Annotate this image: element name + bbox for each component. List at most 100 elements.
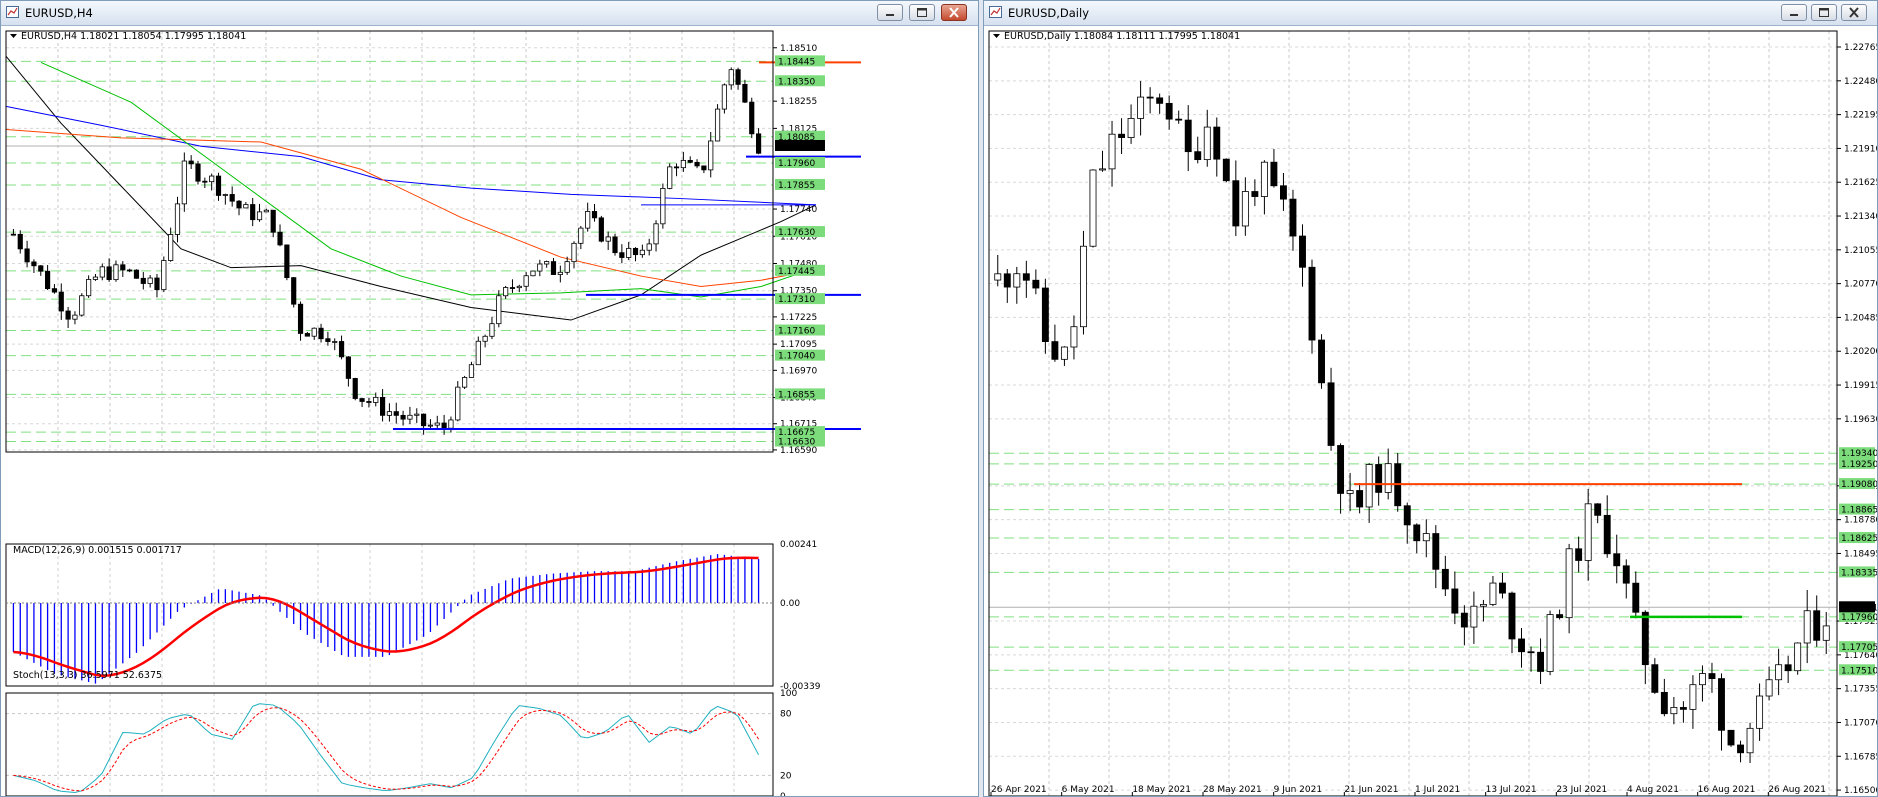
- dropdown-triangle-icon[interactable]: [993, 34, 1000, 38]
- time-tick-label: 1 Jul 2021: [1415, 785, 1460, 795]
- price-tick-label: 1.16970: [780, 366, 817, 376]
- candle-body: [1184, 119, 1192, 153]
- daily-window-titlebar[interactable]: EURUSD,Daily: [984, 1, 1877, 26]
- candle-body: [455, 386, 461, 421]
- candle-body: [1327, 382, 1335, 446]
- candle-body: [742, 83, 748, 103]
- candle-body: [65, 310, 71, 320]
- time-tick-label: 4 Aug 2021: [1627, 785, 1679, 795]
- dropdown-triangle-icon[interactable]: [10, 34, 17, 38]
- candle-body: [509, 287, 516, 289]
- candle-body: [564, 261, 570, 273]
- candle-body: [578, 227, 584, 244]
- h4-chart-canvas[interactable]: 1.185101.182551.181251.177401.176101.174…: [1, 26, 978, 796]
- candle-body: [51, 288, 58, 293]
- maximize-button[interactable]: [909, 4, 935, 21]
- candle-body: [482, 335, 488, 342]
- h4-window-titlebar[interactable]: EURUSD,H4: [1, 1, 978, 26]
- level-label: 1.17040: [778, 352, 815, 362]
- level-label: 1.18625: [1841, 534, 1877, 544]
- price-tick-label: 1.17355: [1844, 685, 1877, 695]
- trend-lines[interactable]: [1354, 483, 1742, 619]
- candle-body: [277, 231, 283, 246]
- candle-body: [1108, 133, 1116, 170]
- candle-body: [1089, 169, 1097, 247]
- candle-body: [1594, 503, 1602, 516]
- daily-chart-area[interactable]: 1.22765 1.22480 1.22195 1.21910 1.21625 1.213…: [984, 26, 1877, 796]
- candle-body: [1118, 133, 1126, 138]
- time-tick-label: 16 Aug 2021: [1698, 785, 1756, 795]
- candle-body: [202, 180, 208, 183]
- candle-body: [496, 295, 502, 325]
- panel-frame: [988, 30, 1838, 796]
- candle-body: [17, 233, 23, 250]
- level-label: 1.18350: [778, 77, 815, 87]
- daily-chart-window[interactable]: EURUSD,Daily 1.22765 1.22480 1.22195 1.2191…: [983, 0, 1878, 797]
- maximize-button[interactable]: [1811, 4, 1837, 21]
- stoch-label: Stoch(13,3,3) 36.5971 52.6375: [13, 670, 162, 681]
- candle-body: [1422, 533, 1430, 542]
- price-tick-label: 1.21625: [1844, 178, 1877, 188]
- h4-chart-area[interactable]: 1.18510 1.18255 1.18125 1.17740 1.17610 1.174…: [1, 26, 978, 796]
- candle-body: [1441, 568, 1449, 590]
- minimize-button[interactable]: [1781, 4, 1807, 21]
- macd-indicator: [12, 544, 760, 686]
- close-button[interactable]: [941, 4, 967, 21]
- candle-body: [1413, 524, 1421, 542]
- price-tick-label: 1.18780: [1844, 516, 1877, 526]
- candle-body: [653, 223, 659, 245]
- daily-chart-info: EURUSD,Daily 1.18084 1.18111 1.17995 1.1…: [1004, 31, 1240, 42]
- h4-chart-window[interactable]: EURUSD,H4 1.18510 1.18255 1.18125 1.17740 1.…: [0, 0, 979, 797]
- candle-body: [598, 217, 604, 242]
- candle-body: [605, 236, 611, 242]
- stoch-main-line: [13, 703, 760, 794]
- candle-body: [667, 166, 673, 189]
- ema-red-line: [5, 128, 817, 288]
- candle-body: [1299, 235, 1306, 268]
- candle-body: [735, 69, 741, 85]
- candle-body: [680, 159, 686, 169]
- candle-body: [1165, 102, 1173, 120]
- minimize-button[interactable]: [877, 4, 903, 21]
- time-tick-label: 18 May 2021: [1132, 785, 1191, 795]
- candle-body: [243, 204, 249, 209]
- candle-body: [1279, 185, 1287, 200]
- price-tick-label: 1.19630: [1844, 415, 1877, 425]
- chart-window-icon: [989, 6, 1002, 18]
- current-price-label: 1.18041: [1841, 603, 1877, 613]
- price-tick-label: 1.16785: [1844, 752, 1877, 762]
- candle-body: [1622, 565, 1630, 584]
- candle-body: [537, 263, 543, 272]
- candle-body: [489, 323, 495, 337]
- candle-body: [1689, 684, 1697, 710]
- candle-body: [345, 356, 351, 379]
- price-axis: 1.22765 1.22480 1.22195 1.21910 1.21625 1.213…: [1837, 43, 1877, 796]
- candle-body: [99, 266, 105, 278]
- price-tick-label: 1.16500: [1844, 786, 1877, 796]
- candle-body: [1784, 664, 1792, 672]
- candle-body: [1489, 582, 1497, 605]
- candle-body: [1222, 158, 1230, 182]
- time-tick-label: 9 Jun 2021: [1274, 785, 1322, 795]
- moving-averages: [5, 55, 817, 321]
- level-label: 1.16630: [778, 438, 815, 448]
- ema-green-line: [40, 61, 817, 298]
- price-tick-label: 1.22480: [1844, 77, 1877, 87]
- candle-body: [612, 236, 618, 254]
- candle-body: [441, 422, 447, 429]
- daily-chart-canvas[interactable]: 1.22765 1.22480 1.22195 1.21910 1.21625 1.213…: [984, 26, 1877, 796]
- candle-body: [414, 413, 420, 416]
- candle-body: [106, 266, 112, 281]
- stochastic-indicator: [6, 693, 773, 796]
- candle-body: [236, 200, 242, 209]
- candle-body: [708, 140, 714, 171]
- candle-body: [1260, 161, 1268, 197]
- candle-body: [222, 194, 228, 196]
- candle-body: [1765, 679, 1773, 697]
- close-button[interactable]: [1841, 4, 1867, 21]
- candle-body: [503, 287, 509, 297]
- candle-body: [468, 364, 475, 378]
- candle-body: [297, 303, 304, 334]
- time-tick-label: 23 Jul 2021: [1556, 785, 1607, 795]
- time-tick-label: 13 Jul 2021: [1486, 785, 1537, 795]
